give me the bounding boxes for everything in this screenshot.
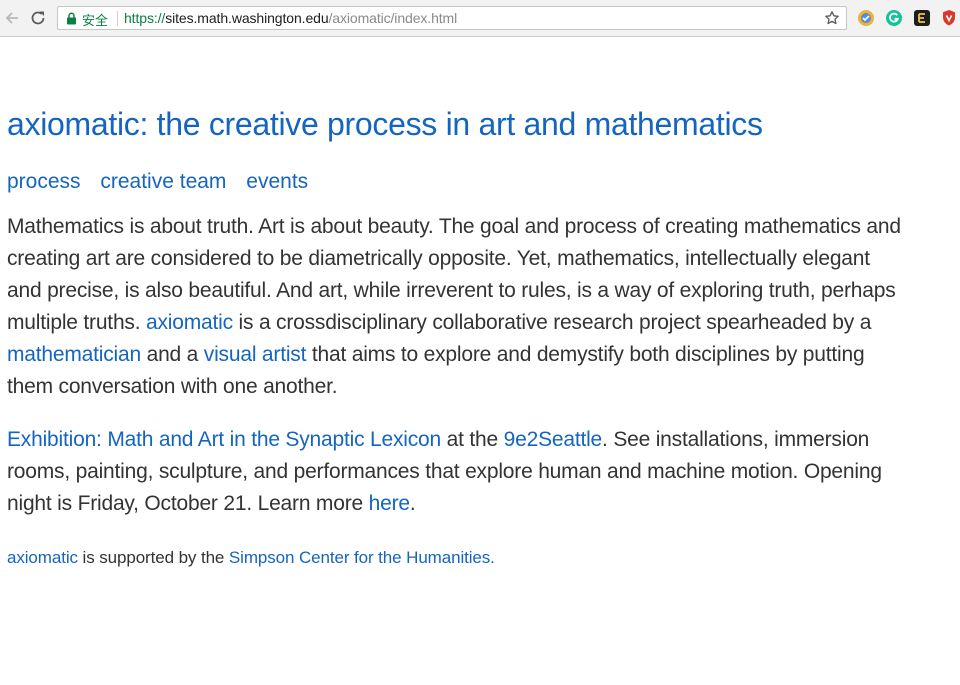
address-bar[interactable]: 安全 https://sites.math.washington.edu/axi… [57,6,847,30]
omnibox-divider [117,11,118,26]
secure-label: 安全 [82,14,109,29]
visual-artist-link[interactable]: visual artist [204,343,307,366]
support-line: axiomatic is supported by the Simpson Ce… [7,547,907,569]
intro-text-3: and a [140,343,204,366]
url-host: sites.math.washington.edu [165,10,329,26]
nav-link-events[interactable]: events [246,170,308,193]
url-scheme: https:// [124,10,166,26]
evernote-icon[interactable] [913,9,931,27]
intro-paragraph: Mathematics is about truth. Art is about… [7,211,907,403]
support-text-1: is supported by the [77,548,229,567]
grammarly-icon[interactable] [885,9,903,27]
url-path: /axiomatic/index.html [328,10,458,26]
axiomatic-link[interactable]: axiomatic [146,311,233,334]
page-content: axiomatic: the creative process in art a… [7,104,907,569]
exhibition-text-1: at the [441,428,504,451]
intro-text-2: is a crossdisciplinary collaborative res… [232,311,872,334]
reload-icon[interactable] [28,8,48,28]
lock-icon [66,12,77,30]
support-period: . [490,548,495,567]
exhibition-link[interactable]: Exhibition: Math and Art in the Synaptic… [7,428,441,451]
star-icon[interactable] [824,10,840,31]
nav-link-creative-team[interactable]: creative team [100,170,226,193]
mathematician-link[interactable]: mathematician [7,343,141,366]
site-nav: process creative team events [7,169,907,195]
simpson-center-link[interactable]: Simpson Center for the Humanities [229,548,490,567]
learn-more-here-link[interactable]: here [369,492,410,515]
9e2seattle-link[interactable]: 9e2Seattle [504,428,603,451]
exhibition-paragraph: Exhibition: Math and Art in the Synaptic… [7,424,907,520]
axiomatic-footer-link[interactable]: axiomatic [7,548,78,567]
back-arrow-icon[interactable] [3,8,23,28]
url-text[interactable]: https://sites.math.washington.edu/axioma… [124,10,457,26]
shield-ext-icon[interactable] [941,9,959,27]
exhibition-text-3: . [409,492,416,515]
browser-toolbar: 安全 https://sites.math.washington.edu/axi… [0,0,960,37]
page-title[interactable]: axiomatic: the creative process in art a… [7,104,907,144]
nav-link-process[interactable]: process [7,170,81,193]
ext-icon-1[interactable] [857,9,875,27]
